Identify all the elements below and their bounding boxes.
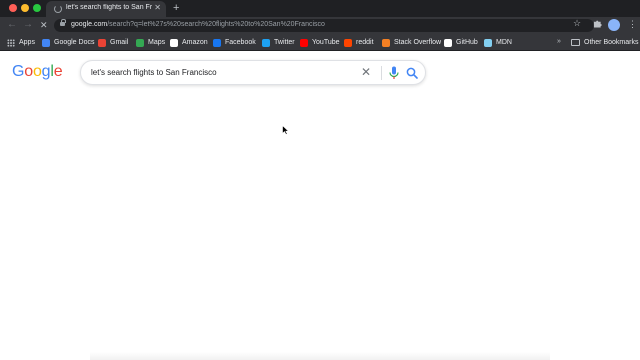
- github-icon: [444, 38, 452, 47]
- url-path: /search?q=let%27s%20search%20flights%20t…: [107, 21, 325, 28]
- folder-icon: [571, 39, 580, 46]
- logo-letter: e: [53, 63, 63, 80]
- bookmark-stack-overflow[interactable]: Stack Overflow: [382, 37, 441, 48]
- bookmark-mdn[interactable]: MDN: [484, 37, 512, 48]
- bookmark-label: Maps: [148, 39, 166, 46]
- bookmark-label: Gmail: [110, 39, 129, 46]
- loading-spinner-icon: [54, 5, 62, 13]
- bookmark-maps[interactable]: Maps: [136, 37, 165, 48]
- tab-title: let's search flights to San Francisco: [66, 4, 152, 11]
- stop-loading-icon[interactable]: ✕: [40, 19, 48, 31]
- url-text[interactable]: google.com/search?q=let%27s%20search%20f…: [71, 21, 325, 28]
- bookmark-label: Google Docs: [54, 39, 95, 46]
- logo-letter: G: [12, 63, 25, 80]
- bookmark-apps[interactable]: Apps: [7, 37, 35, 48]
- bookmark-twitter[interactable]: Twitter: [262, 37, 295, 48]
- microphone-icon[interactable]: [389, 66, 399, 85]
- other-bookmarks[interactable]: Other Bookmarks: [571, 37, 638, 48]
- lock-icon[interactable]: [60, 19, 66, 26]
- bookmark-facebook[interactable]: Facebook: [213, 37, 256, 48]
- google-logo[interactable]: Google: [12, 63, 63, 81]
- twitter-icon: [262, 38, 270, 47]
- extensions-puzzle-icon[interactable]: [593, 19, 602, 30]
- title-bar: let's search flights to San Francisco ✕ …: [0, 0, 640, 17]
- google-docs-icon: [42, 38, 50, 47]
- bookmark-youtube[interactable]: YouTube: [300, 37, 340, 48]
- bookmark-github[interactable]: GitHub: [444, 37, 478, 48]
- bookmark-label: Amazon: [182, 39, 208, 46]
- page-loading-shade: [90, 352, 550, 360]
- facebook-icon: [213, 38, 221, 47]
- stack-overflow-icon: [382, 38, 390, 47]
- search-input[interactable]: let's search flights to San Francisco: [91, 68, 217, 77]
- browser-menu-icon[interactable]: ⋮: [628, 18, 637, 30]
- bookmark-amazon[interactable]: Amazon: [170, 37, 208, 48]
- logo-letter: o: [32, 63, 42, 80]
- other-bookmarks-label: Other Bookmarks: [584, 39, 639, 46]
- gmail-icon: [98, 38, 106, 47]
- reddit-icon: [344, 38, 352, 47]
- forward-arrow-icon[interactable]: →: [23, 19, 33, 31]
- minimize-window-button[interactable]: [21, 4, 29, 12]
- bookmark-label: Stack Overflow: [394, 39, 442, 46]
- profile-avatar[interactable]: [608, 19, 620, 31]
- new-tab-button[interactable]: +: [173, 1, 179, 15]
- close-window-button[interactable]: [9, 4, 17, 12]
- amazon-icon: [170, 38, 178, 47]
- youtube-icon: [300, 38, 308, 47]
- bookmark-label: reddit: [356, 39, 374, 46]
- bookmark-label: Apps: [19, 39, 35, 46]
- apps-grid-icon: [7, 38, 15, 47]
- search-box-divider: [381, 66, 382, 80]
- tab-close-icon[interactable]: ✕: [154, 3, 161, 13]
- bookmark-gmail[interactable]: Gmail: [98, 37, 128, 48]
- bookmark-label: Facebook: [225, 39, 256, 46]
- bookmark-label: Twitter: [274, 39, 295, 46]
- logo-letter: o: [24, 63, 33, 80]
- search-box[interactable]: let's search flights to San Francisco ✕: [80, 60, 426, 85]
- bookmarks-bar: » Other Bookmarks Apps Google Docs Gmail Ma…: [0, 34, 640, 51]
- back-arrow-icon[interactable]: ←: [7, 19, 17, 31]
- address-bar[interactable]: google.com/search?q=let%27s%20search%20f…: [54, 19, 594, 32]
- clear-search-icon[interactable]: ✕: [361, 65, 371, 79]
- bookmark-label: GitHub: [456, 39, 478, 46]
- bookmark-star-icon[interactable]: ☆: [573, 18, 581, 29]
- maps-icon: [136, 38, 144, 47]
- bookmark-label: YouTube: [312, 39, 340, 46]
- bookmark-label: MDN: [496, 39, 512, 46]
- mouse-cursor-icon: [282, 122, 290, 140]
- bookmark-reddit[interactable]: reddit: [344, 37, 374, 48]
- browser-toolbar: ← → ✕ google.com/search?q=let%27s%20sear…: [0, 17, 640, 34]
- url-host: google.com: [71, 21, 108, 28]
- bookmark-google-docs[interactable]: Google Docs: [42, 37, 94, 48]
- search-icon[interactable]: [406, 66, 418, 84]
- tab-active[interactable]: let's search flights to San Francisco ✕: [46, 1, 166, 17]
- bookmarks-overflow-icon[interactable]: »: [557, 38, 561, 45]
- maximize-window-button[interactable]: [33, 4, 41, 12]
- mdn-icon: [484, 38, 492, 47]
